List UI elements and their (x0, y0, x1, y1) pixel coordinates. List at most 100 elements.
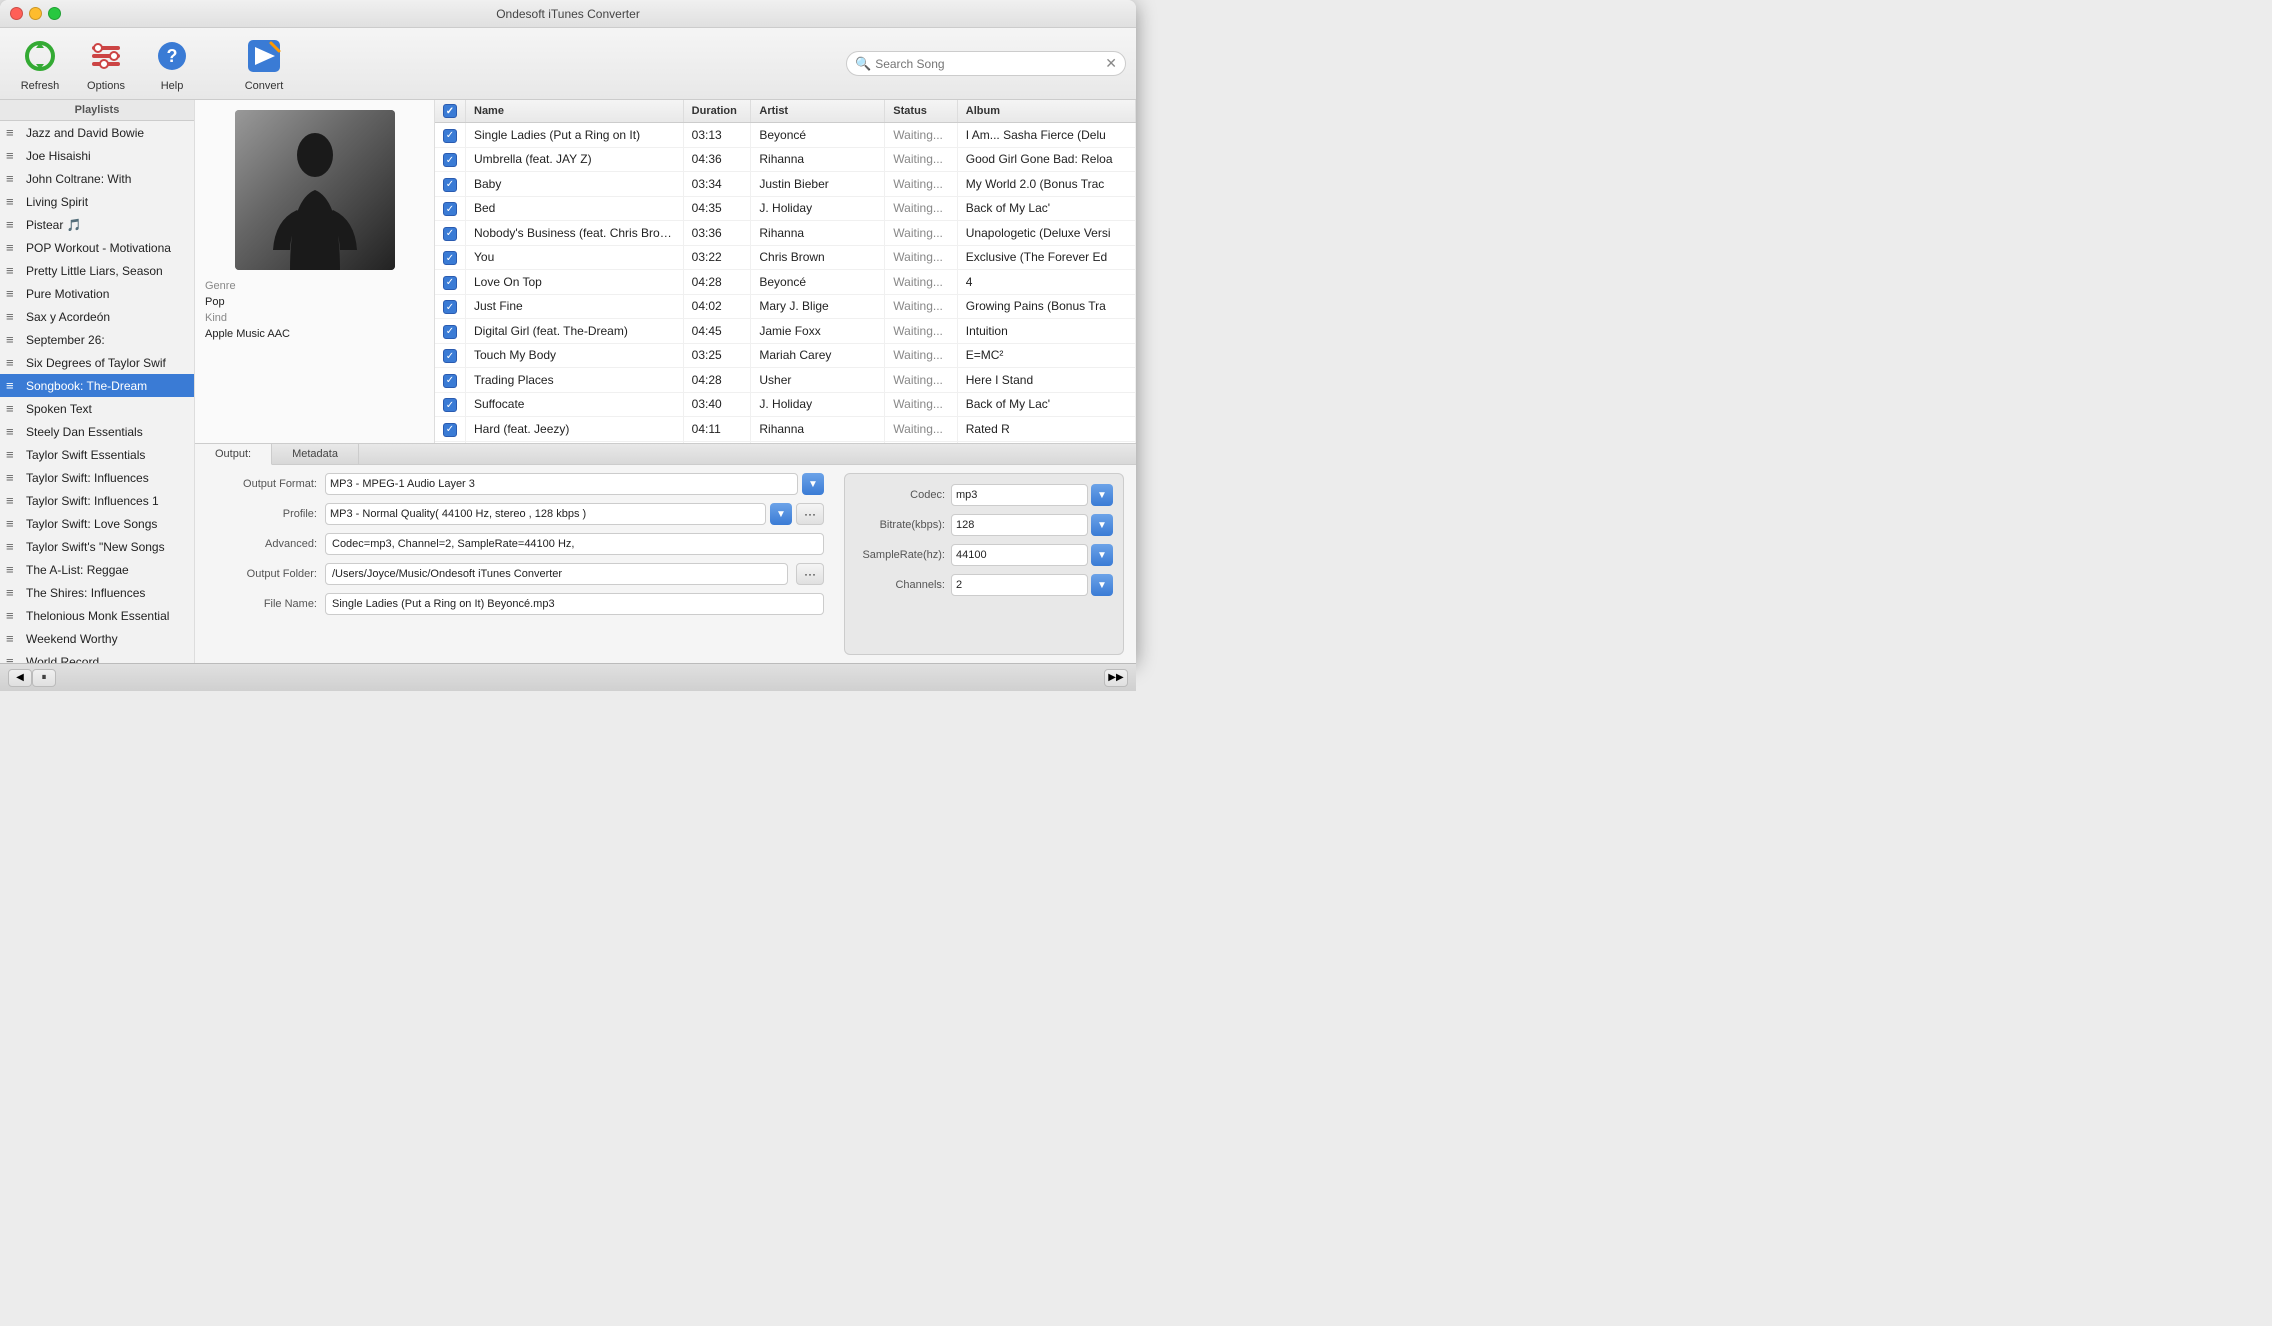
search-bar[interactable]: 🔍 ✕ (846, 51, 1126, 76)
table-row[interactable]: ✓ Love On Top 04:28 Beyoncé Waiting... 4 (435, 270, 1136, 295)
row-checkbox[interactable]: ✓ (443, 276, 457, 290)
bitrate-arrow[interactable]: ▼ (1091, 514, 1113, 536)
sidebar-item-22[interactable]: ≡Weekend Worthy (0, 627, 194, 650)
table-row[interactable]: ✓ Hard (feat. Jeezy) 04:11 Rihanna Waiti… (435, 417, 1136, 442)
output-folder-input[interactable] (325, 563, 788, 585)
row-checkbox[interactable]: ✓ (443, 374, 457, 388)
profile-select[interactable]: MP3 - Normal Quality( 44100 Hz, stereo ,… (325, 503, 766, 525)
sidebar-item-21[interactable]: ≡Thelonious Monk Essential (0, 604, 194, 627)
tab-metadata[interactable]: Metadata (272, 444, 359, 464)
sidebar-item-15[interactable]: ≡Taylor Swift: Influences (0, 466, 194, 489)
row-checkbox[interactable]: ✓ (443, 251, 457, 265)
profile-ellipsis-button[interactable]: ··· (796, 503, 824, 525)
minimize-button[interactable] (29, 7, 42, 20)
sidebar-item-18[interactable]: ≡Taylor Swift's "New Songs (0, 535, 194, 558)
bitrate-select[interactable]: 128 (951, 514, 1088, 536)
sidebar-item-8[interactable]: ≡Sax y Acordeón (0, 305, 194, 328)
sidebar-item-12[interactable]: ≡Spoken Text (0, 397, 194, 420)
row-checkbox-cell[interactable]: ✓ (435, 294, 466, 319)
channels-arrow[interactable]: ▼ (1091, 574, 1113, 596)
convert-button[interactable]: Convert (234, 32, 294, 96)
sidebar-item-17[interactable]: ≡Taylor Swift: Love Songs (0, 512, 194, 535)
profile-arrow[interactable]: ▼ (770, 503, 792, 525)
col-check[interactable]: ✓ (435, 100, 466, 123)
refresh-button[interactable]: Refresh (10, 32, 70, 96)
samplerate-select[interactable]: 44100 (951, 544, 1088, 566)
row-checkbox[interactable]: ✓ (443, 325, 457, 339)
search-input[interactable] (875, 57, 1101, 71)
row-checkbox[interactable]: ✓ (443, 349, 457, 363)
row-checkbox[interactable]: ✓ (443, 202, 457, 216)
sidebar-item-5[interactable]: ≡POP Workout - Motivationa (0, 236, 194, 259)
table-row[interactable]: ✓ Suffocate 03:40 J. Holiday Waiting... … (435, 392, 1136, 417)
output-format-arrow[interactable]: ▼ (802, 473, 824, 495)
sidebar-item-0[interactable]: ≡Jazz and David Bowie (0, 121, 194, 144)
row-checkbox-cell[interactable]: ✓ (435, 368, 466, 393)
table-row[interactable]: ✓ Touch My Body 03:25 Mariah Carey Waiti… (435, 343, 1136, 368)
sidebar-item-19[interactable]: ≡The A-List: Reggae (0, 558, 194, 581)
row-checkbox-cell[interactable]: ✓ (435, 123, 466, 148)
sidebar-item-6[interactable]: ≡Pretty Little Liars, Season (0, 259, 194, 282)
row-checkbox[interactable]: ✓ (443, 129, 457, 143)
table-row[interactable]: ✓ Single Ladies (Put a Ring on It) 03:13… (435, 123, 1136, 148)
tab-output[interactable]: Output: (195, 444, 272, 465)
sidebar-item-16[interactable]: ≡Taylor Swift: Influences 1 (0, 489, 194, 512)
close-button[interactable] (10, 7, 23, 20)
maximize-button[interactable] (48, 7, 61, 20)
sidebar-item-13[interactable]: ≡Steely Dan Essentials (0, 420, 194, 443)
sidebar-item-20[interactable]: ≡The Shires: Influences (0, 581, 194, 604)
sidebar-item-7[interactable]: ≡Pure Motivation (0, 282, 194, 305)
row-checkbox[interactable]: ✓ (443, 398, 457, 412)
output-folder-browse-button[interactable]: ··· (796, 563, 824, 585)
sidebar-item-3[interactable]: ≡Living Spirit (0, 190, 194, 213)
song-table: ✓ Name Duration Artist Status Album ✓ Si… (435, 100, 1136, 443)
table-row[interactable]: ✓ Digital Girl (feat. The-Dream) 04:45 J… (435, 319, 1136, 344)
channels-select[interactable]: 2 (951, 574, 1088, 596)
row-checkbox[interactable]: ✓ (443, 300, 457, 314)
sidebar-item-11[interactable]: ≡Songbook: The-Dream (0, 374, 194, 397)
options-button[interactable]: Options (76, 32, 136, 96)
row-checkbox-cell[interactable]: ✓ (435, 196, 466, 221)
row-checkbox-cell[interactable]: ✓ (435, 392, 466, 417)
select-all-checkbox[interactable]: ✓ (443, 104, 457, 118)
table-row[interactable]: ✓ Just Fine 04:02 Mary J. Blige Waiting.… (435, 294, 1136, 319)
sidebar-item-23[interactable]: ≡World Record (0, 650, 194, 663)
table-row[interactable]: ✓ You 03:22 Chris Brown Waiting... Exclu… (435, 245, 1136, 270)
advanced-input[interactable] (325, 533, 824, 555)
table-row[interactable]: ✓ Nobody's Business (feat. Chris Brown) … (435, 221, 1136, 246)
output-format-select[interactable]: MP3 - MPEG-1 Audio Layer 3 (325, 473, 798, 495)
next-button[interactable]: ▶▶ (1104, 669, 1128, 687)
sidebar-item-9[interactable]: ≡September 26: (0, 328, 194, 351)
sidebar-item-2[interactable]: ≡John Coltrane: With (0, 167, 194, 190)
file-name-input[interactable] (325, 593, 824, 615)
row-checkbox-cell[interactable]: ✓ (435, 343, 466, 368)
row-checkbox-cell[interactable]: ✓ (435, 172, 466, 197)
codec-arrow[interactable]: ▼ (1091, 484, 1113, 506)
profile-row: Profile: MP3 - Normal Quality( 44100 Hz,… (207, 503, 824, 525)
help-button[interactable]: ? Help (142, 32, 202, 96)
row-checkbox-cell[interactable]: ✓ (435, 147, 466, 172)
row-checkbox-cell[interactable]: ✓ (435, 319, 466, 344)
row-checkbox[interactable]: ✓ (443, 227, 457, 241)
prev-button[interactable]: ◀ (8, 669, 32, 687)
row-checkbox[interactable]: ✓ (443, 178, 457, 192)
table-row[interactable]: ✓ Bed 04:35 J. Holiday Waiting... Back o… (435, 196, 1136, 221)
row-checkbox-cell[interactable]: ✓ (435, 245, 466, 270)
row-checkbox-cell[interactable]: ✓ (435, 221, 466, 246)
samplerate-arrow[interactable]: ▼ (1091, 544, 1113, 566)
sidebar-item-14[interactable]: ≡Taylor Swift Essentials (0, 443, 194, 466)
codec-select[interactable]: mp3 (951, 484, 1088, 506)
pause-button[interactable]: ⏸ (32, 669, 56, 687)
sidebar-item-1[interactable]: ≡Joe Hisaishi (0, 144, 194, 167)
row-checkbox-cell[interactable]: ✓ (435, 270, 466, 295)
search-clear-button[interactable]: ✕ (1105, 55, 1117, 72)
list-icon: ≡ (6, 355, 22, 370)
table-row[interactable]: ✓ Trading Places 04:28 Usher Waiting... … (435, 368, 1136, 393)
sidebar-item-4[interactable]: ≡Pistear 🎵 (0, 213, 194, 236)
row-checkbox[interactable]: ✓ (443, 153, 457, 167)
table-row[interactable]: ✓ Umbrella (feat. JAY Z) 04:36 Rihanna W… (435, 147, 1136, 172)
row-checkbox-cell[interactable]: ✓ (435, 417, 466, 442)
table-row[interactable]: ✓ Baby 03:34 Justin Bieber Waiting... My… (435, 172, 1136, 197)
row-checkbox[interactable]: ✓ (443, 423, 457, 437)
sidebar-item-10[interactable]: ≡Six Degrees of Taylor Swif (0, 351, 194, 374)
